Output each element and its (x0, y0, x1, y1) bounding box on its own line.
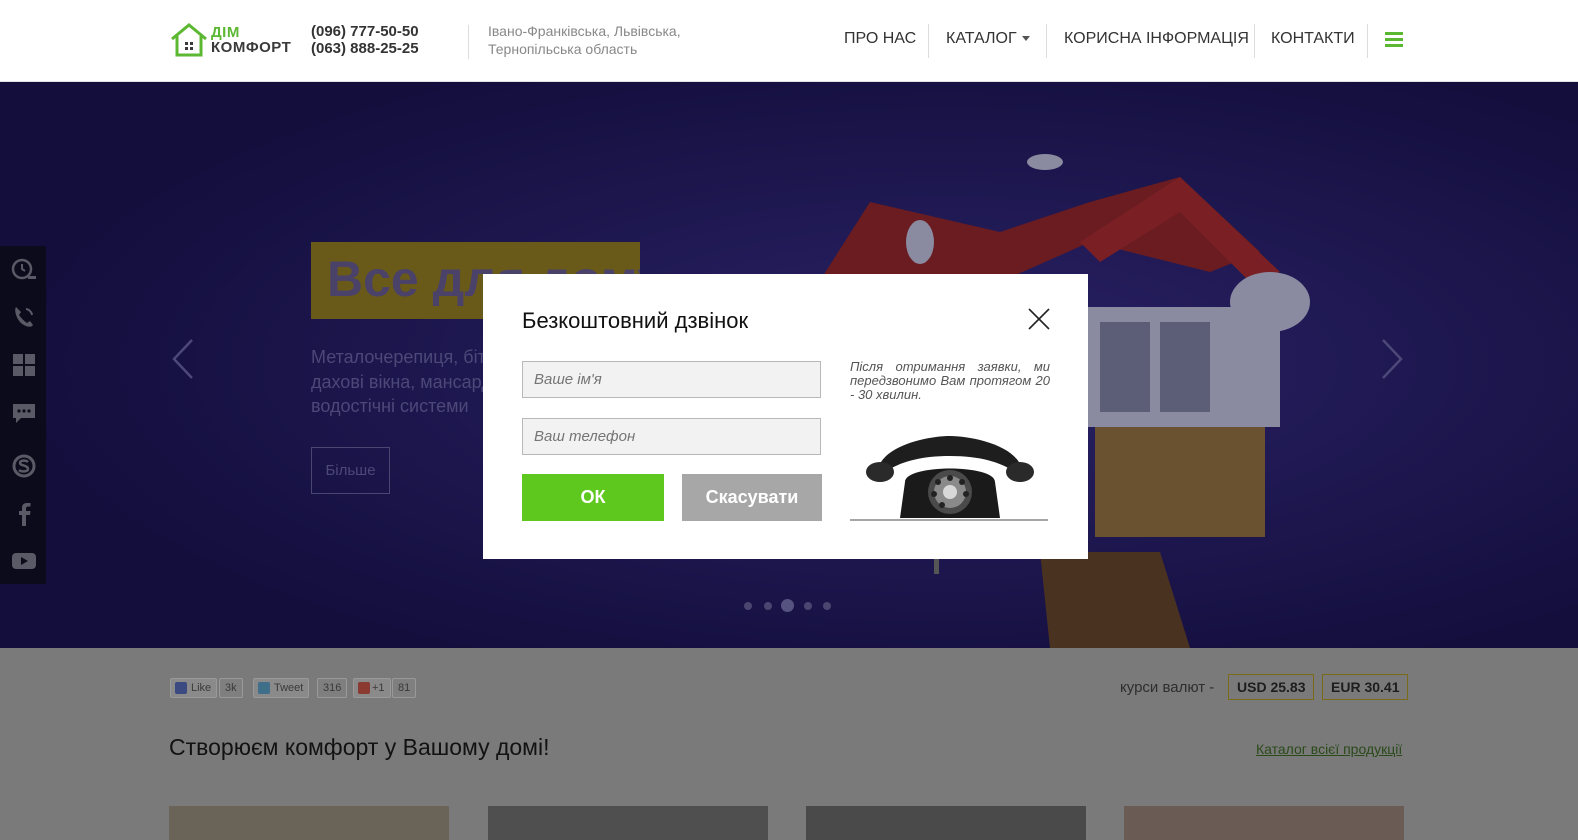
name-input[interactable] (522, 361, 821, 398)
google-plus-small-icon (358, 682, 370, 694)
plus-label: +1 (372, 682, 385, 694)
nav-item-contacts[interactable]: КОНТАКТИ (1271, 30, 1355, 48)
cancel-button[interactable]: Скасувати (682, 474, 822, 521)
plus-count: 81 (392, 678, 417, 698)
nav-divider (928, 24, 929, 58)
callback-note: Після отримання заявки, ми передзвонимо … (850, 359, 1050, 402)
like-label: Like (191, 682, 212, 694)
rotary-telephone-image (850, 436, 1048, 521)
nav-item-catalog[interactable]: КАТАЛОГ (946, 30, 1030, 48)
tweet-button[interactable]: Tweet (253, 678, 310, 698)
slider-dot[interactable] (823, 602, 831, 610)
nav-item-about[interactable]: ПРО НАС (844, 30, 916, 48)
youtube-icon[interactable] (11, 548, 37, 574)
slider-dot[interactable] (764, 602, 772, 610)
eur-rate-badge: EUR 30.41 (1322, 674, 1409, 700)
chat-icon[interactable] (11, 400, 37, 426)
usd-rate-badge: USD 25.83 (1228, 674, 1315, 700)
more-button[interactable]: Більше (311, 447, 390, 494)
facebook-icon[interactable] (11, 501, 37, 527)
skype-icon[interactable] (11, 453, 37, 479)
product-thumbnail[interactable] (169, 806, 449, 840)
nav-item-catalog-label: КАТАЛОГ (946, 30, 1017, 47)
tweet-label: Tweet (274, 682, 304, 694)
like-count: 3k (219, 678, 243, 698)
product-thumbnail[interactable] (1124, 806, 1404, 840)
slider-dot-active[interactable] (781, 599, 794, 612)
phone-icon[interactable] (11, 304, 37, 330)
product-thumbnail[interactable] (806, 806, 1086, 840)
slider-pagination (744, 599, 844, 613)
currency-rates-label: курси валют - (1120, 679, 1215, 696)
nav-divider (1367, 24, 1368, 58)
nav-item-useful-info[interactable]: КОРИСНА ІНФОРМАЦІЯ (1064, 30, 1249, 48)
slider-dot[interactable] (804, 602, 812, 610)
full-catalog-link[interactable]: Каталог всієї продукції (1256, 741, 1402, 757)
close-icon[interactable] (1028, 308, 1050, 330)
modal-title: Безкоштовний дзвінок (522, 308, 749, 333)
arrow-right-icon[interactable] (1377, 336, 1407, 382)
nav-divider (1046, 24, 1047, 58)
calculator-icon[interactable] (11, 352, 37, 378)
arrow-left-icon[interactable] (168, 336, 198, 382)
tweet-count: 316 (317, 678, 348, 698)
callback-modal: Безкоштовний дзвінок ОК Скасувати Після … (483, 274, 1088, 559)
facebook-small-icon (175, 682, 187, 694)
slider-dot[interactable] (744, 602, 752, 610)
ok-button[interactable]: ОК (522, 474, 664, 521)
site-header: ДІМ КОМФОРТ (096) 777-50-50 (063) 888-25… (0, 0, 1578, 82)
hero-description-line: водостічні системи (311, 396, 469, 416)
google-plus-button[interactable]: +1 (353, 678, 391, 698)
phone-input[interactable] (522, 418, 821, 455)
section-title: Створюєм комфорт у Вашому домі! (169, 734, 550, 760)
side-social-bar (0, 246, 46, 584)
page-content: Like 3k Tweet 316 +1 81 курси валют - US… (0, 648, 1578, 840)
nav-divider (1254, 24, 1255, 58)
caret-down-icon (1021, 36, 1030, 42)
clock-icon[interactable] (11, 257, 37, 283)
twitter-small-icon (258, 682, 270, 694)
product-thumbnail[interactable] (488, 806, 768, 840)
hamburger-menu-icon[interactable] (1385, 32, 1403, 48)
facebook-like-button[interactable]: Like (170, 678, 218, 698)
main-nav: ПРО НАС КАТАЛОГ КОРИСНА ІНФОРМАЦІЯ КОНТА… (0, 24, 1578, 58)
